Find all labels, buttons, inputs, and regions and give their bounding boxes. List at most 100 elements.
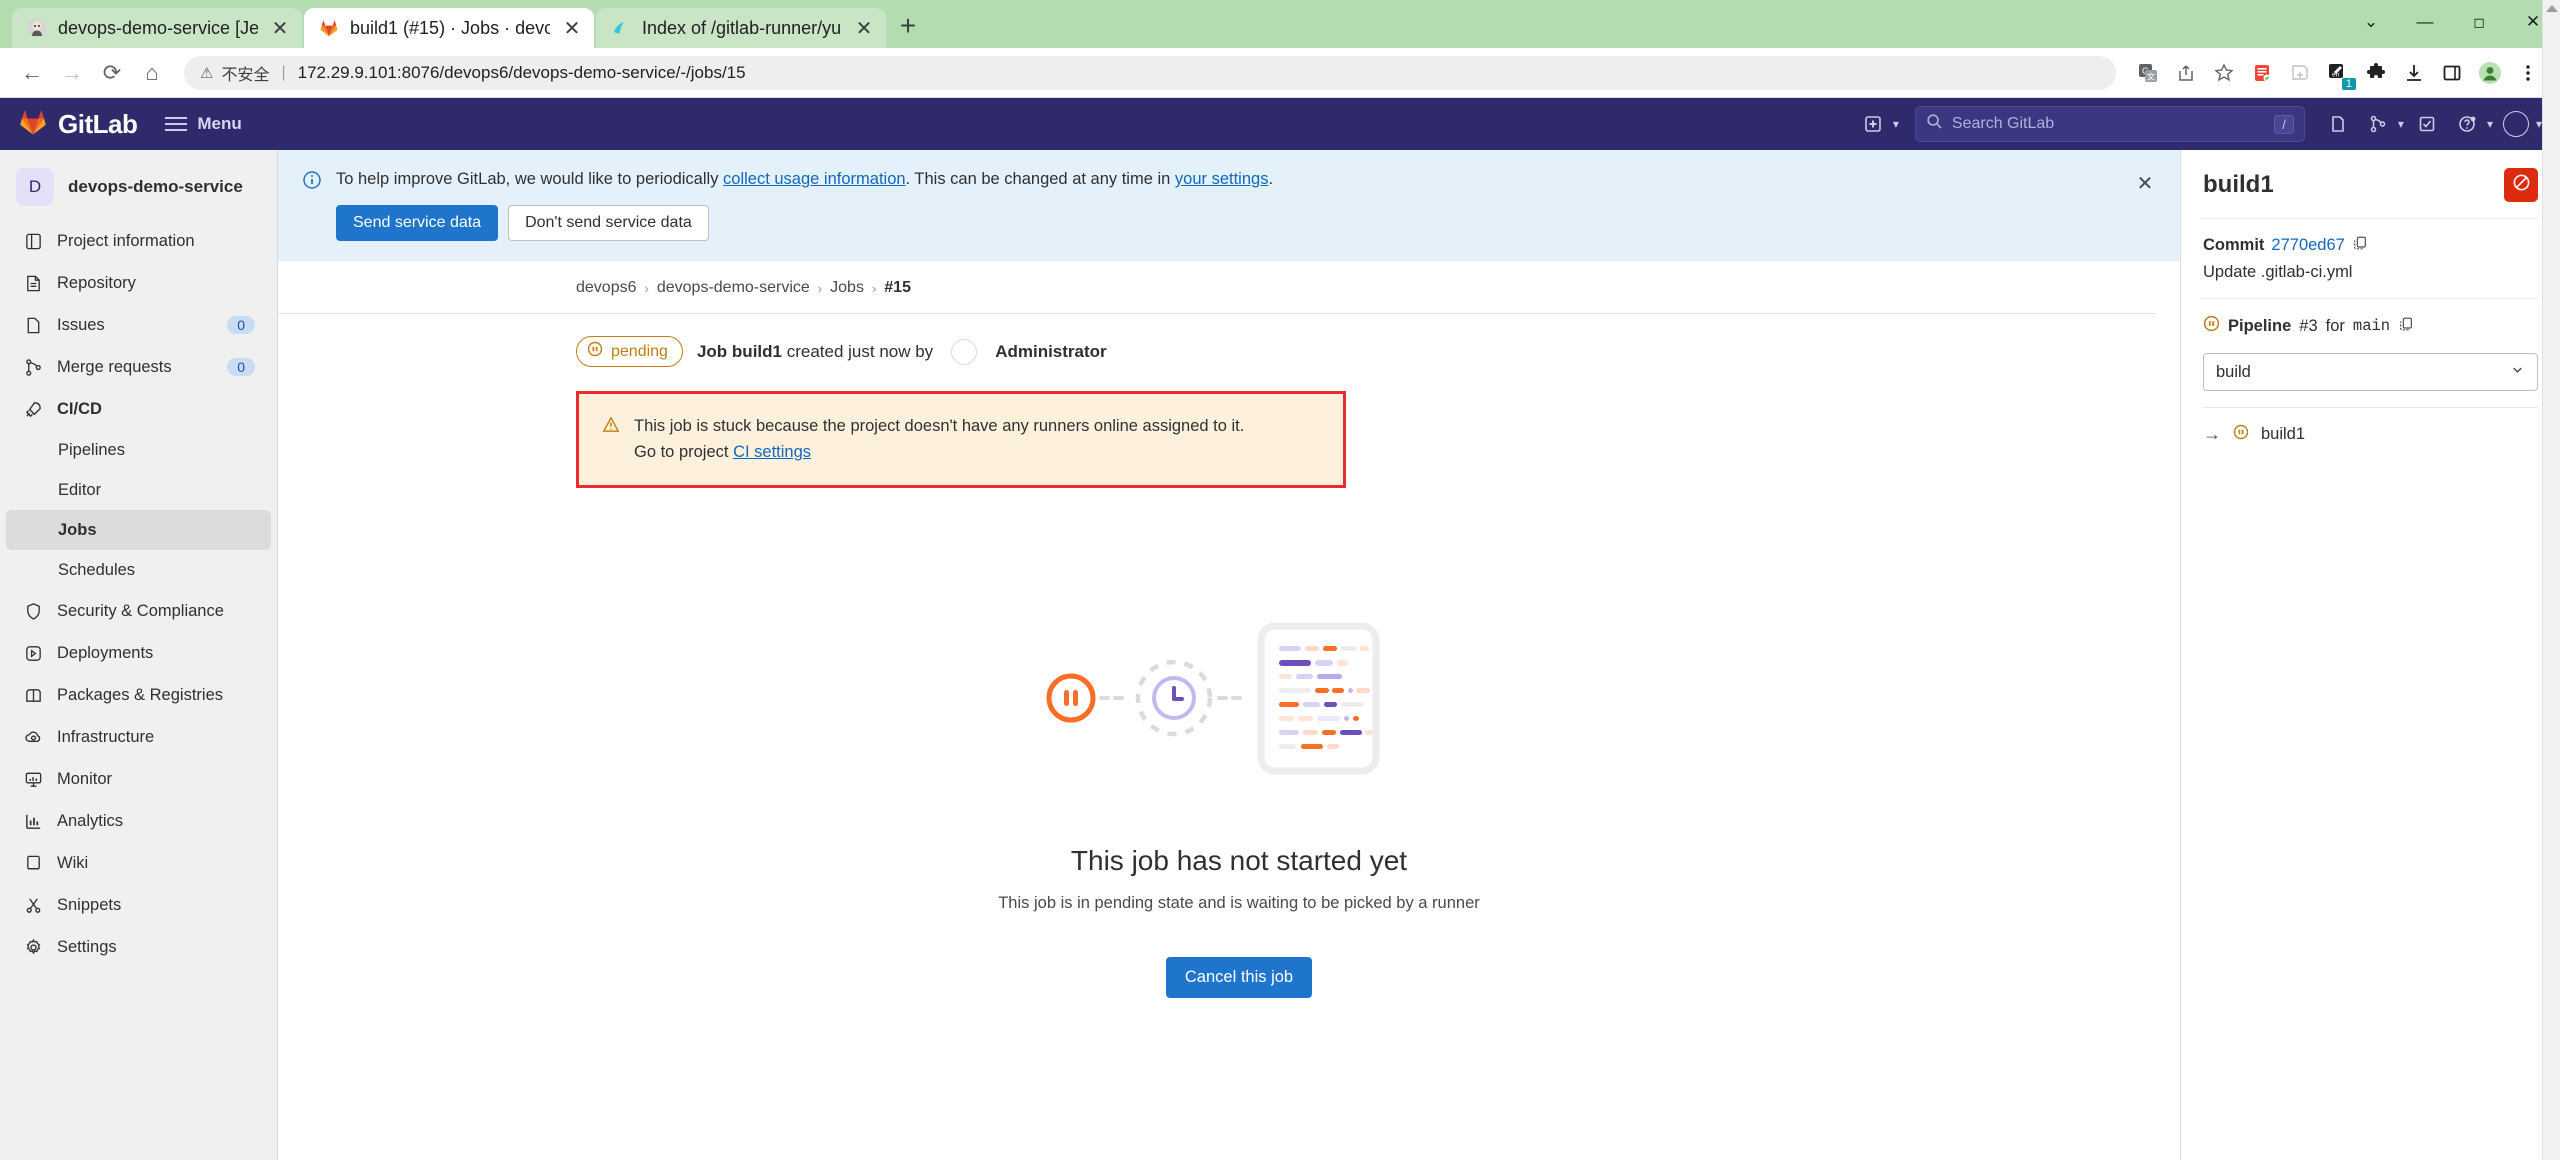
sidebar-item-label: Repository [57,274,255,293]
back-button[interactable]: ← [14,55,50,91]
chevron-down-icon[interactable]: ▾ [1893,117,1899,131]
sidebar-item-label: Snippets [57,896,255,915]
browser-tab-2[interactable]: build1 (#15) · Jobs · devops6 / ✕ [304,8,594,48]
close-icon[interactable]: ✕ [268,16,292,40]
stage-select-value: build [2216,363,2510,382]
stage-select[interactable]: build [2203,353,2538,391]
sidebar-item-analytics[interactable]: Analytics [6,800,271,842]
sidebar-item-snippets[interactable]: Snippets [6,884,271,926]
chevron-down-icon[interactable]: ▾ [2487,117,2493,131]
side-panel-icon[interactable] [2434,55,2470,91]
job-author[interactable]: Administrator [995,342,1106,362]
gitlab-fox-icon [18,107,48,142]
new-tab-button[interactable]: + [888,6,928,46]
reading-list-icon[interactable] [2244,55,2280,91]
close-icon[interactable]: ✕ [560,16,584,40]
sidebar-item-settings[interactable]: Settings [6,926,271,968]
note-icon[interactable] [2282,55,2318,91]
browser-tab-1[interactable]: devops-demo-service [Jenkins ✕ [12,8,302,48]
sidebar-item-monitor[interactable]: Monitor [6,758,271,800]
ci-settings-link[interactable]: CI settings [733,443,811,461]
extensions-puzzle-icon[interactable] [2358,55,2394,91]
copy-clipboard-icon[interactable] [2352,235,2368,256]
translate-icon[interactable]: G文 [2130,55,2166,91]
copy-clipboard-icon[interactable] [2398,316,2414,337]
chrome-menu-icon[interactable] [2510,55,2546,91]
chevron-down-icon[interactable]: ▾ [2398,117,2404,131]
bookmark-star-icon[interactable] [2206,55,2242,91]
issues-icon[interactable] [2321,107,2355,141]
home-button[interactable]: ⌂ [134,55,170,91]
sidebar-item-infrastructure[interactable]: Infrastructure [6,716,271,758]
dont-send-service-data-button[interactable]: Don't send service data [508,205,709,241]
gitlab-home-link[interactable]: GitLab [18,107,137,142]
window-minimize-button[interactable]: — [2398,0,2452,44]
sidebar-item-issues[interactable]: Issues 0 [6,304,271,346]
banner-text-part1: To help improve GitLab, we would like to… [336,170,723,188]
job-sidebar-title: build1 [2203,171,2504,199]
window-more-button[interactable]: ⌄ [2344,0,2398,44]
sidebar-project-header[interactable]: D devops-demo-service [0,160,277,220]
sidebar-item-merge-requests[interactable]: Merge requests 0 [6,346,271,388]
gitlab-menu-button[interactable]: Menu [165,114,241,134]
window-controls: ⌄ — ◻ ✕ [2344,0,2560,44]
breadcrumb-item-jobs[interactable]: Jobs [830,279,864,297]
profile-avatar-icon[interactable] [2472,55,2508,91]
dictionary-icon[interactable]: en 1 [2320,55,2356,91]
commit-message: Update .gitlab-ci.yml [2203,263,2538,282]
infrastructure-cloud-icon [22,728,44,747]
address-bar[interactable]: ⚠ 不安全 | 172.29.9.101:8076/devops6/devops… [184,56,2116,90]
plus-square-icon[interactable] [1856,107,1890,141]
collect-usage-information-link[interactable]: collect usage information [723,170,906,188]
page-scrollbar[interactable] [2542,0,2560,1160]
downloads-icon[interactable] [2396,55,2432,91]
cancel-job-button[interactable] [2504,168,2538,202]
breadcrumb-separator: › [872,281,876,296]
commit-sha-link[interactable]: 2770ed67 [2271,236,2344,255]
alert-line-2-prefix: Go to project [634,443,733,461]
cancel-this-job-button[interactable]: Cancel this job [1166,957,1312,998]
sidebar-item-label: Packages & Registries [57,686,255,705]
sidebar-item-schedules[interactable]: Schedules [6,550,271,590]
sidebar-item-label: Security & Compliance [57,602,255,621]
breadcrumb-item-group[interactable]: devops6 [576,279,637,297]
breadcrumb-item-project[interactable]: devops-demo-service [657,279,810,297]
sidebar-item-packages-registries[interactable]: Packages & Registries [6,674,271,716]
gitlab-menu-label: Menu [197,114,241,134]
sidebar-item-editor[interactable]: Editor [6,470,271,510]
todos-icon[interactable] [2410,107,2444,141]
sidebar-job-item[interactable]: → build1 [2203,424,2538,445]
sidebar-item-wiki[interactable]: Wiki [6,842,271,884]
banner-close-button[interactable]: ✕ [2132,170,2158,196]
pipeline-number-link[interactable]: #3 [2299,317,2317,336]
sidebar-item-cicd[interactable]: CI/CD [6,388,271,430]
search-input[interactable] [1952,115,2265,133]
window-maximize-button[interactable]: ◻ [2452,0,2506,44]
sidebar-item-project-information[interactable]: Project information [6,220,271,262]
scroll-up-arrow-icon[interactable] [2546,5,2558,12]
divider [2203,407,2538,408]
merge-requests-icon[interactable] [2361,107,2395,141]
your-settings-link[interactable]: your settings [1175,170,1269,188]
search-bar[interactable]: / [1915,106,2305,142]
send-service-data-button[interactable]: Send service data [336,205,498,241]
browser-tab-3[interactable]: Index of /gitlab-runner/yum/e ✕ [596,8,886,48]
job-details-sidebar: build1 Commit 2770ed67 Update .gitlab-ci… [2180,150,2560,1160]
job-title-prefix: Job [697,342,727,361]
help-icon[interactable] [2450,107,2484,141]
status-badge[interactable]: pending [576,336,683,367]
reload-button[interactable]: ⟳ [94,55,130,91]
pipeline-ref[interactable]: main [2353,317,2390,335]
sidebar-item-repository[interactable]: Repository [6,262,271,304]
close-icon[interactable]: ✕ [852,16,876,40]
job-stuck-alert: This job is stuck because the project do… [576,391,1346,488]
forward-button[interactable]: → [54,55,90,91]
sidebar-item-pipelines[interactable]: Pipelines [6,430,271,470]
share-icon[interactable] [2168,55,2204,91]
sidebar-item-security-compliance[interactable]: Security & Compliance [6,590,271,632]
user-avatar-icon[interactable] [2499,107,2533,141]
sidebar-subitem-label: Schedules [58,561,135,580]
sidebar-item-deployments[interactable]: Deployments [6,632,271,674]
sidebar-item-jobs[interactable]: Jobs [6,510,271,550]
sidebar-subitem-label: Editor [58,481,101,500]
